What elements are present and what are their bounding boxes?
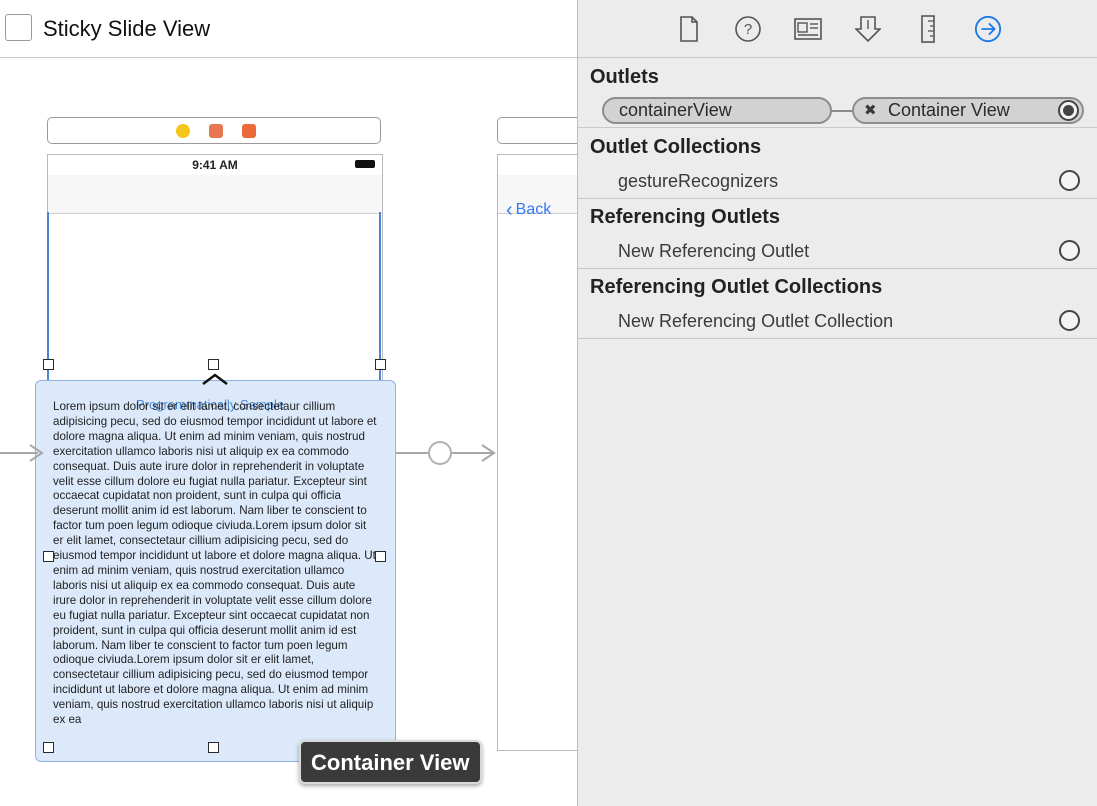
gesture-recognizers-label: gestureRecognizers xyxy=(618,171,779,191)
resize-handle-top[interactable] xyxy=(208,359,219,370)
referencing-outlet-collections-section: Referencing Outlet Collections New Refer… xyxy=(578,269,1097,339)
resize-handle-top-left[interactable] xyxy=(43,359,54,370)
quick-help-icon[interactable]: ? xyxy=(734,14,762,44)
scene-header: Sticky Slide View xyxy=(0,0,577,58)
inspector-toolbar: ? xyxy=(578,0,1097,58)
outlet-target-label: Container View xyxy=(888,100,1010,120)
new-referencing-outlet-connect-circle[interactable] xyxy=(1059,240,1080,261)
outlet-collections-title: Outlet Collections xyxy=(590,136,762,158)
view-controller-icon[interactable] xyxy=(176,124,190,138)
resize-handle-left[interactable] xyxy=(43,551,54,562)
outlet-target-pill[interactable]: ✖ Container View xyxy=(852,97,1084,124)
size-inspector-icon[interactable] xyxy=(914,14,942,44)
remove-connection-icon[interactable]: ✖ xyxy=(864,99,877,122)
second-navigation-bar: ‹ Back xyxy=(498,175,577,220)
connections-inspector-icon[interactable] xyxy=(974,14,1002,44)
referencing-outlet-collections-title: Referencing Outlet Collections xyxy=(590,276,883,298)
view-controller-dock[interactable] xyxy=(47,117,381,144)
identity-inspector-icon[interactable] xyxy=(794,14,822,44)
new-referencing-outlet-label: New Referencing Outlet xyxy=(618,241,810,261)
scene-checkbox[interactable] xyxy=(5,14,32,41)
outlets-title: Outlets xyxy=(590,66,659,88)
resize-handle-top-right[interactable] xyxy=(375,359,386,370)
svg-text:?: ? xyxy=(744,21,752,38)
container-view-tooltip: Container View xyxy=(299,740,482,784)
exit-icon[interactable] xyxy=(242,124,256,138)
connected-circle-icon[interactable] xyxy=(1058,100,1079,121)
second-view-controller-frame[interactable]: ‹ Back xyxy=(497,154,577,751)
attributes-inspector-icon[interactable] xyxy=(854,14,882,44)
incoming-segue-arrow-icon xyxy=(29,444,44,462)
second-view-controller-dock[interactable] xyxy=(497,117,577,144)
back-button[interactable]: ‹ Back xyxy=(506,199,552,221)
navigation-bar[interactable] xyxy=(48,175,382,214)
resize-handle-bottom-left[interactable] xyxy=(43,742,54,753)
gesture-recognizers-connect-circle[interactable] xyxy=(1059,170,1080,191)
new-referencing-outlet-collection-connect-circle[interactable] xyxy=(1059,310,1080,331)
new-referencing-outlet-collection-label: New Referencing Outlet Collection xyxy=(618,311,894,331)
lorem-text-view[interactable]: Lorem ipsum dolor sit er elit lamet, con… xyxy=(53,400,379,745)
file-inspector-icon[interactable] xyxy=(675,14,703,44)
segue-icon[interactable] xyxy=(428,441,452,465)
outlet-pill-containerview[interactable]: containerView xyxy=(602,97,832,124)
back-chevron-icon: ‹ xyxy=(506,199,513,221)
connections-inspector: ? Outlets containerView ✖ Container View… xyxy=(577,0,1097,806)
storyboard-canvas[interactable]: Sticky Slide View 9:41 AM Programmatical… xyxy=(0,0,577,806)
resize-handle-bottom[interactable] xyxy=(208,742,219,753)
outgoing-segue-arrow-icon xyxy=(481,444,496,462)
referencing-outlets-title: Referencing Outlets xyxy=(590,206,781,228)
battery-icon xyxy=(355,160,375,168)
outlet-connection-line xyxy=(832,110,852,112)
scene-title: Sticky Slide View xyxy=(43,16,211,41)
outlet-collections-section: Outlet Collections gestureRecognizers xyxy=(578,128,1097,199)
status-time: 9:41 AM xyxy=(192,158,238,172)
back-label: Back xyxy=(515,201,552,218)
referencing-outlets-section: Referencing Outlets New Referencing Outl… xyxy=(578,199,1097,269)
first-responder-icon[interactable] xyxy=(209,124,223,138)
resize-handle-right[interactable] xyxy=(375,551,386,562)
status-bar: 9:41 AM xyxy=(48,155,382,175)
